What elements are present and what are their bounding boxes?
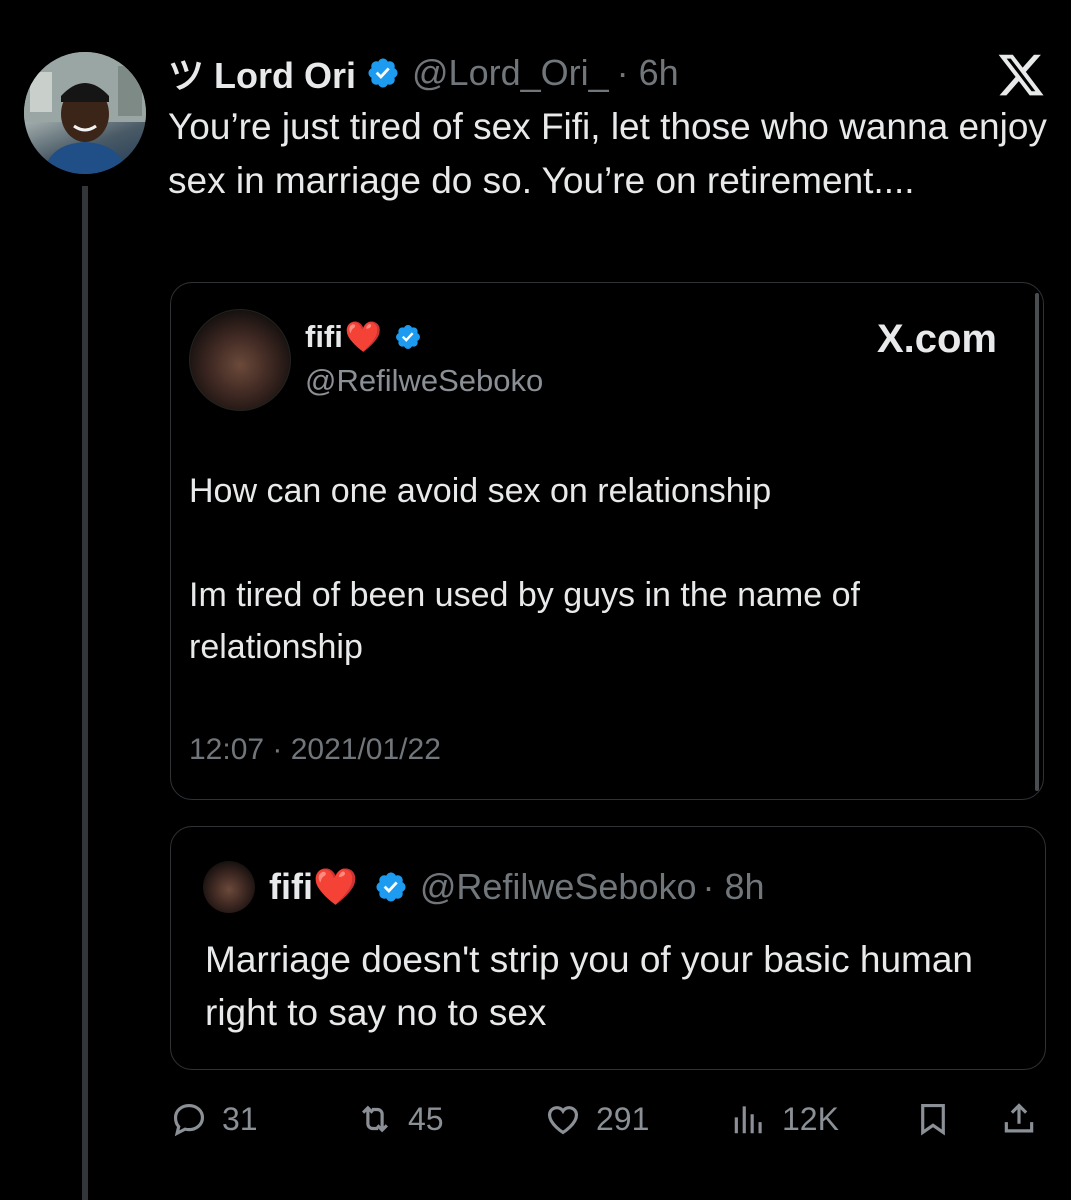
share-button[interactable]	[1000, 1094, 1038, 1144]
bookmark-icon	[921, 1103, 945, 1136]
heart-emoji-icon: ❤️	[312, 866, 358, 907]
x-com-brand: X.com	[876, 317, 997, 361]
quoted-tweet-header: fifi ❤️ @RefilweSeboko · 8h	[203, 861, 765, 913]
embedded-author-name: fifi	[305, 319, 343, 354]
repost-count: 45	[408, 1100, 444, 1137]
embedded-avatar	[189, 309, 291, 411]
quoted-author-name: fifi	[269, 866, 313, 907]
author-name[interactable]: ツ Lord Ori	[168, 47, 356, 99]
author-avatar-image	[24, 52, 146, 174]
embedded-tweet-body: How can one avoid sex on relationship Im…	[189, 465, 989, 725]
heart-emoji-icon: ❤️	[344, 320, 383, 354]
author-avatar[interactable]	[24, 52, 146, 174]
like-button[interactable]: 291	[544, 1094, 649, 1144]
quoted-time: · 8h	[702, 866, 765, 907]
quoted-tweet[interactable]: fifi ❤️ @RefilweSeboko · 8h Marriage doe…	[170, 826, 1046, 1070]
embedded-paragraph: How can one avoid sex on relationship	[189, 472, 772, 510]
reply-count: 31	[222, 1100, 258, 1137]
heart-icon	[547, 1106, 579, 1135]
quoted-handle: @RefilweSeboko	[419, 866, 697, 907]
embedded-tweet-image[interactable]: fifi ❤️ @RefilweSeboko X.com How can one…	[170, 282, 1044, 800]
x-logo-icon	[996, 50, 1046, 100]
embedded-timestamp: 12:07 · 2021/01/22	[189, 733, 441, 766]
verified-badge-icon	[374, 870, 408, 904]
repost-button[interactable]: 45	[356, 1094, 444, 1144]
share-icon	[1004, 1103, 1034, 1133]
verified-badge-icon	[394, 323, 422, 351]
tweet-text: You’re just tired of sex Fifi, let those…	[168, 106, 1047, 201]
repost-icon	[362, 1105, 388, 1133]
views-button[interactable]: 12K	[730, 1094, 839, 1144]
views-icon	[734, 1106, 762, 1134]
tweet-header: ツ Lord Ori @Lord_Ori_ · 6h	[168, 48, 679, 98]
thread-line	[82, 186, 88, 1200]
action-bar: 31 45 291 12K	[170, 1094, 1050, 1144]
embedded-author: fifi ❤️	[305, 319, 422, 355]
embedded-handle: @RefilweSeboko	[305, 363, 544, 398]
quoted-tweet-text: Marriage doesn't strip you of your basic…	[205, 939, 974, 1033]
author-handle[interactable]: @Lord_Ori_	[412, 52, 609, 94]
like-count: 291	[596, 1100, 650, 1137]
reply-button[interactable]: 31	[170, 1094, 258, 1144]
embedded-paragraph: Im tired of been used by guys in the nam…	[189, 576, 860, 666]
reply-icon	[173, 1103, 205, 1137]
quoted-avatar	[203, 861, 255, 913]
verified-badge-icon	[366, 56, 400, 90]
bookmark-button[interactable]	[914, 1094, 952, 1144]
scrollbar	[1035, 293, 1039, 791]
tweet-time[interactable]: · 6h	[617, 52, 679, 94]
view-count: 12K	[782, 1100, 839, 1137]
